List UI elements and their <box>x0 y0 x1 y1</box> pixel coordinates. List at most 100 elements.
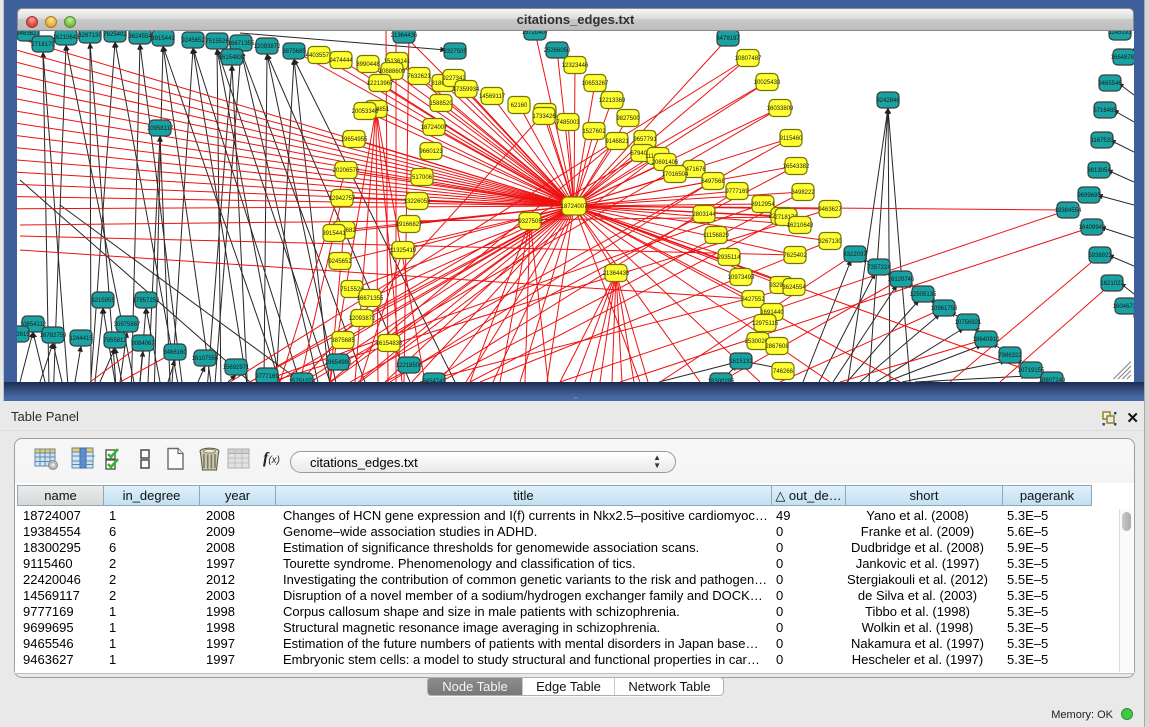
svg-text:7357224: 7357224 <box>867 265 891 271</box>
svg-text:12323446: 12323446 <box>562 63 589 69</box>
svg-text:3624554: 3624554 <box>782 285 806 291</box>
svg-text:16671355: 16671355 <box>357 296 384 302</box>
svg-text:16782759: 16782759 <box>40 333 67 339</box>
svg-text:25266050: 25266050 <box>544 48 571 54</box>
svg-text:746266: 746266 <box>773 369 794 375</box>
svg-text:19384554: 19384554 <box>1055 208 1082 214</box>
svg-text:10653267: 10653267 <box>582 81 609 87</box>
svg-text:17016504: 17016504 <box>662 172 689 178</box>
svg-text:8466160: 8466160 <box>163 350 187 356</box>
svg-text:1362615: 1362615 <box>17 332 30 338</box>
svg-text:9245652: 9245652 <box>181 38 205 44</box>
svg-text:18640910: 18640910 <box>973 337 1000 343</box>
svg-text:7625402: 7625402 <box>103 32 127 38</box>
svg-text:8813054: 8813054 <box>1087 168 1111 174</box>
svg-text:11325419: 11325419 <box>390 248 417 254</box>
svg-text:19166827: 19166827 <box>396 222 423 228</box>
svg-text:16046738: 16046738 <box>1113 304 1134 310</box>
svg-text:19654983: 19654983 <box>325 360 352 366</box>
svg-text:3875685: 3875685 <box>282 49 306 55</box>
svg-text:18724007: 18724007 <box>561 204 588 210</box>
svg-text:10958117: 10958117 <box>147 126 174 132</box>
svg-text:517006: 517006 <box>412 175 433 181</box>
svg-text:7515526: 7515526 <box>205 39 229 45</box>
svg-text:16543382: 16543382 <box>783 164 810 170</box>
svg-text:20053346: 20053346 <box>352 109 379 115</box>
svg-text:12093872: 12093872 <box>254 44 281 50</box>
svg-text:10973493: 10973493 <box>728 275 755 281</box>
svg-text:21364436: 21364436 <box>603 271 630 277</box>
svg-text:9827500: 9827500 <box>616 116 640 122</box>
svg-text:12213369: 12213369 <box>599 98 626 104</box>
svg-text:1527602: 1527602 <box>582 129 606 135</box>
svg-text:30975867: 30975867 <box>114 322 141 328</box>
svg-text:8427552: 8427552 <box>741 297 765 303</box>
svg-text:9463627: 9463627 <box>818 207 842 213</box>
svg-text:3498222: 3498222 <box>791 190 815 196</box>
svg-text:62160: 62160 <box>511 103 528 109</box>
svg-text:1588520: 1588520 <box>429 101 453 107</box>
svg-text:16154838: 16154838 <box>376 341 403 347</box>
svg-text:8912954: 8912954 <box>751 202 775 208</box>
svg-text:10756921: 10756921 <box>955 320 982 326</box>
svg-text:17359934: 17359934 <box>453 87 480 93</box>
svg-text:12218506: 12218506 <box>396 363 423 369</box>
svg-text:3915441: 3915441 <box>322 231 346 237</box>
svg-text:16409948: 16409948 <box>1079 225 1106 231</box>
svg-text:12942757: 12942757 <box>329 196 356 202</box>
svg-text:5938923: 5938923 <box>1088 253 1112 259</box>
svg-text:9657791: 9657791 <box>633 137 657 143</box>
svg-text:10025433: 10025433 <box>754 80 781 86</box>
svg-text:10961758: 10961758 <box>931 306 958 312</box>
svg-text:12505135: 12505135 <box>910 292 937 298</box>
svg-text:8990448: 8990448 <box>356 62 380 68</box>
svg-text:10807487: 10807487 <box>735 56 762 62</box>
svg-text:9146821: 9146821 <box>605 139 629 145</box>
svg-text:15692971: 15692971 <box>223 365 250 371</box>
svg-text:10719155: 10719155 <box>1018 368 1045 374</box>
svg-text:16648784: 16648784 <box>1111 55 1134 61</box>
svg-text:9115460: 9115460 <box>780 136 804 142</box>
svg-text:3267130: 3267130 <box>818 239 842 245</box>
svg-text:6322037: 6322037 <box>843 252 867 258</box>
svg-text:20206576: 20206576 <box>333 168 360 174</box>
svg-text:12093872: 12093872 <box>349 316 376 322</box>
svg-text:3267130: 3267130 <box>78 33 102 39</box>
svg-text:9474444: 9474444 <box>329 58 353 64</box>
svg-text:12975115: 12975115 <box>752 321 779 327</box>
svg-text:12213967: 12213967 <box>367 81 394 87</box>
svg-text:7485003: 7485003 <box>556 120 580 126</box>
svg-text:1244415: 1244415 <box>69 336 93 342</box>
svg-text:16154838: 16154838 <box>219 55 246 61</box>
svg-text:9327505: 9327505 <box>518 219 542 225</box>
svg-text:14569117: 14569117 <box>479 94 506 100</box>
svg-text:18724007: 18724007 <box>421 125 448 131</box>
svg-text:16671355: 16671355 <box>228 41 255 47</box>
svg-text:16210643: 16210643 <box>53 35 80 41</box>
svg-text:21364436: 21364436 <box>391 33 418 39</box>
svg-text:6497568: 6497568 <box>701 179 725 185</box>
svg-text:1167533: 1167533 <box>1091 138 1115 144</box>
svg-text:8215955: 8215955 <box>91 298 115 304</box>
svg-text:1621022: 1621022 <box>1100 281 1124 287</box>
svg-text:15720407: 15720407 <box>522 31 549 36</box>
svg-text:7625402: 7625402 <box>783 253 807 259</box>
svg-text:2867608: 2867608 <box>765 344 789 350</box>
svg-text:9777169: 9777169 <box>255 374 279 380</box>
svg-text:9327505: 9327505 <box>443 49 467 55</box>
svg-text:6479197: 6479197 <box>716 36 740 42</box>
svg-text:3875685: 3875685 <box>331 338 355 344</box>
svg-text:19654955: 19654955 <box>341 137 368 143</box>
svg-text:7632621: 7632621 <box>407 74 431 80</box>
svg-text:1615132: 1615132 <box>729 359 753 365</box>
svg-text:2803144: 2803144 <box>692 212 716 218</box>
svg-text:16210643: 16210643 <box>787 223 814 229</box>
svg-text:9660123: 9660123 <box>419 149 443 155</box>
svg-text:3915441: 3915441 <box>151 36 175 42</box>
svg-text:5716485: 5716485 <box>1093 108 1117 114</box>
svg-text:7986322: 7986322 <box>998 353 1022 359</box>
svg-text:1733426: 1733426 <box>532 114 556 120</box>
svg-text:2935114: 2935114 <box>718 255 742 261</box>
svg-text:11156829: 11156829 <box>703 233 729 239</box>
svg-text:9242848: 9242848 <box>876 98 900 104</box>
